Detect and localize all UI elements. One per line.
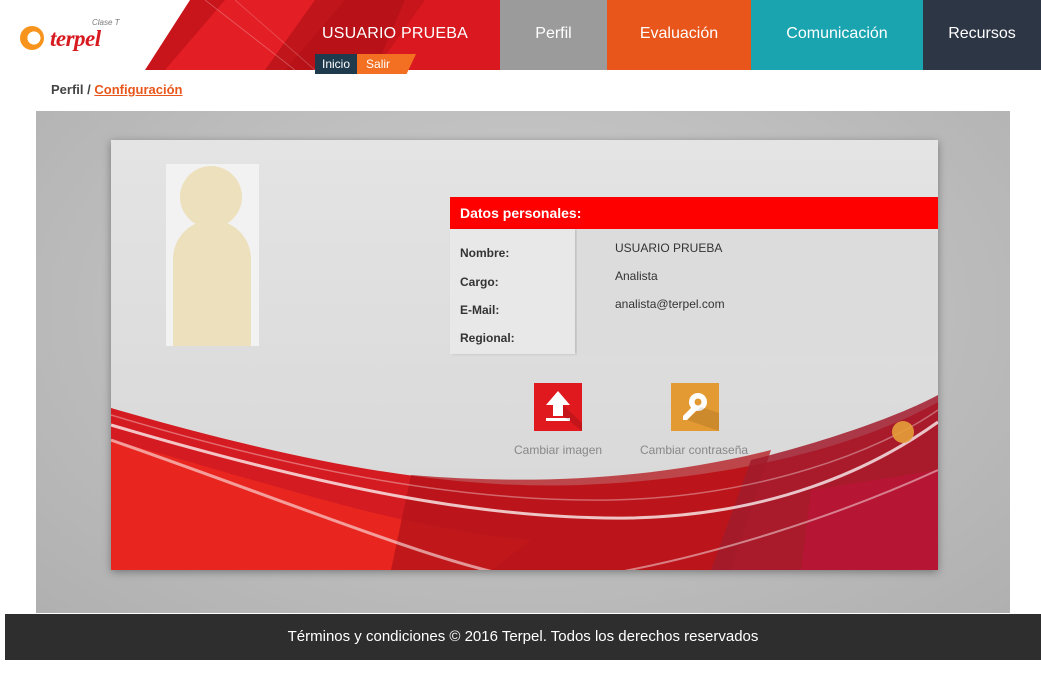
field-label-regional: Regional:	[460, 331, 515, 345]
nav-evaluacion[interactable]: Evaluación	[607, 0, 751, 70]
change-password-button[interactable]: Cambiar contraseña	[640, 443, 748, 457]
nav-perfil[interactable]: Perfil	[500, 0, 607, 70]
field-labels-column: Nombre: Cargo: E-Mail: Regional:	[450, 229, 575, 354]
profile-card: Datos personales: Nombre: Cargo: E-Mail:…	[111, 140, 938, 570]
nav-recursos[interactable]: Recursos	[923, 0, 1041, 70]
breadcrumb: Perfil / Configuración	[51, 82, 182, 97]
home-link[interactable]: Inicio	[315, 54, 358, 74]
nav-evaluacion-label: Evaluación	[639, 25, 719, 42]
breadcrumb-separator: /	[83, 82, 95, 97]
field-values-column: USUARIO PRUEBA Analista analista@terpel.…	[577, 229, 938, 354]
nav-perfil-label: Perfil	[535, 25, 572, 42]
change-image-button[interactable]: Cambiar imagen	[514, 443, 602, 457]
upload-icon[interactable]	[534, 383, 582, 431]
field-label-email: E-Mail:	[460, 303, 500, 317]
key-icon[interactable]	[671, 383, 719, 431]
field-label-nombre: Nombre:	[460, 246, 510, 260]
personal-data-panel: Datos personales: Nombre: Cargo: E-Mail:…	[450, 197, 938, 354]
header: terpel Clase T USUARIO PRUEBA Inicio Sal…	[0, 0, 1041, 74]
footer: Términos y condiciones © 2016 Terpel. To…	[5, 614, 1041, 660]
field-value-nombre: USUARIO PRUEBA	[615, 241, 723, 255]
field-value-email: analista@terpel.com	[615, 297, 725, 311]
logout-link[interactable]: Salir	[357, 54, 417, 74]
panel-header: Datos personales:	[450, 197, 938, 229]
user-name: USUARIO PRUEBA	[322, 25, 468, 42]
breadcrumb-current-link[interactable]: Configuración	[94, 82, 182, 97]
terpel-logo-icon[interactable]	[20, 26, 44, 50]
logo-superscript: Clase T	[92, 18, 120, 27]
nav-comunicacion[interactable]: Comunicación	[751, 0, 923, 70]
avatar-head-icon	[180, 166, 242, 228]
avatar-body-icon	[173, 220, 251, 346]
avatar	[166, 164, 259, 346]
nav-comunicacion-label: Comunicación	[786, 25, 888, 42]
panel-title: Datos personales:	[460, 205, 582, 221]
sub-nav: Inicio Salir	[315, 54, 417, 74]
nav-recursos-label: Recursos	[948, 25, 1016, 42]
footer-text[interactable]: Términos y condiciones © 2016 Terpel. To…	[5, 628, 1041, 645]
field-label-cargo: Cargo:	[460, 275, 499, 289]
field-value-cargo: Analista	[615, 269, 658, 283]
logo-wordmark[interactable]: terpel	[50, 26, 101, 52]
breadcrumb-root[interactable]: Perfil	[51, 82, 84, 97]
